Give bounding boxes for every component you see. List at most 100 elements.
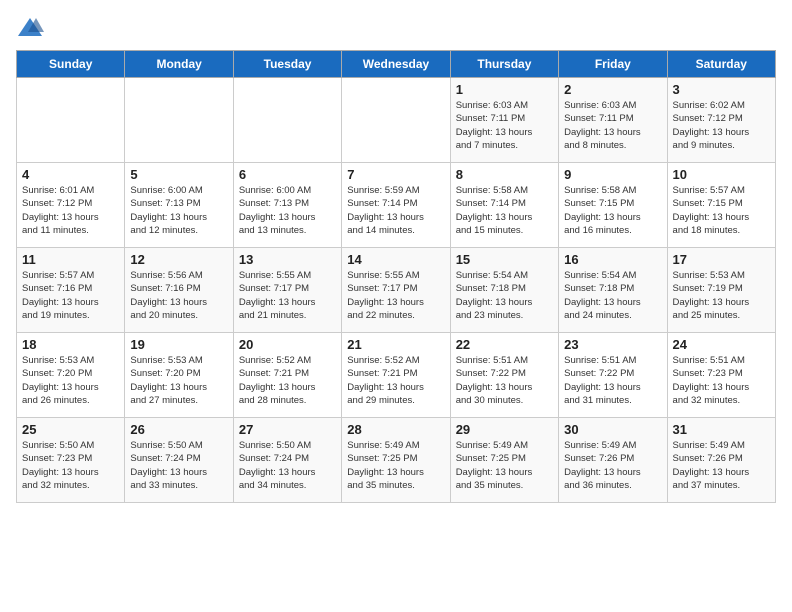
day-number: 10 (673, 167, 770, 182)
calendar-cell (233, 78, 341, 163)
calendar-cell: 16Sunrise: 5:54 AM Sunset: 7:18 PM Dayli… (559, 248, 667, 333)
day-number: 16 (564, 252, 661, 267)
day-number: 13 (239, 252, 336, 267)
day-number: 5 (130, 167, 227, 182)
column-header-tuesday: Tuesday (233, 51, 341, 78)
week-row-1: 1 Sunrise: 6:03 AM Sunset: 7:11 PM Daylig… (17, 78, 776, 163)
day-number: 8 (456, 167, 553, 182)
calendar-cell: 18 Sunrise: 5:53 AM Sunset: 7:20 PM Dayli… (17, 333, 125, 418)
day-info: Sunrise: 5:52 AM Sunset: 7:21 PM Dayligh… (347, 354, 444, 407)
calendar-cell: 11 Sunrise: 5:57 AM Sunset: 7:16 PM Dayli… (17, 248, 125, 333)
column-header-thursday: Thursday (450, 51, 558, 78)
calendar-cell: 8 Sunrise: 5:58 AM Sunset: 7:14 PM Daylig… (450, 163, 558, 248)
day-number: 19 (130, 337, 227, 352)
day-number: 31 (673, 422, 770, 437)
day-info: Sunrise: 5:49 AM Sunset: 7:25 PM Dayligh… (456, 439, 553, 492)
calendar-cell: 21 Sunrise: 5:52 AM Sunset: 7:21 PM Dayli… (342, 333, 450, 418)
day-info: Sunrise: 5:58 AM Sunset: 7:15 PM Dayligh… (564, 184, 661, 237)
calendar-cell (342, 78, 450, 163)
day-info: Sunrise: 5:53 AM Sunset: 7:19 PM Dayligh… (673, 269, 770, 322)
day-number: 14 (347, 252, 444, 267)
calendar-cell: 7 Sunrise: 5:59 AM Sunset: 7:14 PM Daylig… (342, 163, 450, 248)
day-number: 11 (22, 252, 119, 267)
calendar-cell: 30 Sunrise: 5:49 AM Sunset: 7:26 PM Dayli… (559, 418, 667, 503)
day-number: 20 (239, 337, 336, 352)
day-number: 21 (347, 337, 444, 352)
day-info: Sunrise: 5:51 AM Sunset: 7:23 PM Dayligh… (673, 354, 770, 407)
calendar-cell: 22 Sunrise: 5:51 AM Sunset: 7:22 PM Dayli… (450, 333, 558, 418)
column-header-monday: Monday (125, 51, 233, 78)
day-info: Sunrise: 5:58 AM Sunset: 7:14 PM Dayligh… (456, 184, 553, 237)
day-number: 12 (130, 252, 227, 267)
week-row-3: 11 Sunrise: 5:57 AM Sunset: 7:16 PM Dayli… (17, 248, 776, 333)
week-row-4: 18 Sunrise: 5:53 AM Sunset: 7:20 PM Dayli… (17, 333, 776, 418)
day-info: Sunrise: 5:59 AM Sunset: 7:14 PM Dayligh… (347, 184, 444, 237)
day-info: Sunrise: 5:53 AM Sunset: 7:20 PM Dayligh… (22, 354, 119, 407)
day-number: 22 (456, 337, 553, 352)
day-info: Sunrise: 5:49 AM Sunset: 7:26 PM Dayligh… (564, 439, 661, 492)
day-info: Sunrise: 5:57 AM Sunset: 7:16 PM Dayligh… (22, 269, 119, 322)
calendar-cell: 12 Sunrise: 5:56 AM Sunset: 7:16 PM Dayli… (125, 248, 233, 333)
calendar-cell: 29Sunrise: 5:49 AM Sunset: 7:25 PM Dayli… (450, 418, 558, 503)
day-number: 4 (22, 167, 119, 182)
calendar-cell: 20Sunrise: 5:52 AM Sunset: 7:21 PM Dayli… (233, 333, 341, 418)
calendar-cell (125, 78, 233, 163)
calendar-cell: 25 Sunrise: 5:50 AM Sunset: 7:23 PM Dayli… (17, 418, 125, 503)
calendar-cell: 13 Sunrise: 5:55 AM Sunset: 7:17 PM Dayli… (233, 248, 341, 333)
day-number: 23 (564, 337, 661, 352)
page-header (16, 16, 776, 38)
calendar-cell: 5Sunrise: 6:00 AM Sunset: 7:13 PM Daylig… (125, 163, 233, 248)
calendar-cell: 31 Sunrise: 5:49 AM Sunset: 7:26 PM Dayli… (667, 418, 775, 503)
calendar-cell: 24 Sunrise: 5:51 AM Sunset: 7:23 PM Dayli… (667, 333, 775, 418)
day-number: 24 (673, 337, 770, 352)
day-number: 15 (456, 252, 553, 267)
day-number: 1 (456, 82, 553, 97)
logo-icon (16, 16, 44, 38)
day-info: Sunrise: 5:54 AM Sunset: 7:18 PM Dayligh… (456, 269, 553, 322)
calendar-cell: 10Sunrise: 5:57 AM Sunset: 7:15 PM Dayli… (667, 163, 775, 248)
day-info: Sunrise: 5:50 AM Sunset: 7:24 PM Dayligh… (239, 439, 336, 492)
calendar-cell: 23 Sunrise: 5:51 AM Sunset: 7:22 PM Dayli… (559, 333, 667, 418)
day-info: Sunrise: 5:51 AM Sunset: 7:22 PM Dayligh… (564, 354, 661, 407)
day-info: Sunrise: 5:55 AM Sunset: 7:17 PM Dayligh… (239, 269, 336, 322)
day-info: Sunrise: 6:03 AM Sunset: 7:11 PM Dayligh… (456, 99, 553, 152)
column-header-wednesday: Wednesday (342, 51, 450, 78)
day-info: Sunrise: 6:01 AM Sunset: 7:12 PM Dayligh… (22, 184, 119, 237)
day-info: Sunrise: 5:49 AM Sunset: 7:26 PM Dayligh… (673, 439, 770, 492)
day-number: 6 (239, 167, 336, 182)
calendar-table: SundayMondayTuesdayWednesdayThursdayFrid… (16, 50, 776, 503)
calendar-cell: 28Sunrise: 5:49 AM Sunset: 7:25 PM Dayli… (342, 418, 450, 503)
logo (16, 16, 48, 38)
calendar-cell: 27 Sunrise: 5:50 AM Sunset: 7:24 PM Dayli… (233, 418, 341, 503)
day-number: 28 (347, 422, 444, 437)
day-number: 27 (239, 422, 336, 437)
day-info: Sunrise: 5:50 AM Sunset: 7:23 PM Dayligh… (22, 439, 119, 492)
calendar-cell (17, 78, 125, 163)
calendar-cell: 14 Sunrise: 5:55 AM Sunset: 7:17 PM Dayli… (342, 248, 450, 333)
day-info: Sunrise: 5:51 AM Sunset: 7:22 PM Dayligh… (456, 354, 553, 407)
day-number: 18 (22, 337, 119, 352)
calendar-cell: 2Sunrise: 6:03 AM Sunset: 7:11 PM Daylig… (559, 78, 667, 163)
calendar-cell: 26Sunrise: 5:50 AM Sunset: 7:24 PM Dayli… (125, 418, 233, 503)
day-number: 9 (564, 167, 661, 182)
calendar-cell: 4 Sunrise: 6:01 AM Sunset: 7:12 PM Daylig… (17, 163, 125, 248)
calendar-cell: 15 Sunrise: 5:54 AM Sunset: 7:18 PM Dayli… (450, 248, 558, 333)
day-info: Sunrise: 5:53 AM Sunset: 7:20 PM Dayligh… (130, 354, 227, 407)
day-info: Sunrise: 6:00 AM Sunset: 7:13 PM Dayligh… (239, 184, 336, 237)
calendar-cell: 9 Sunrise: 5:58 AM Sunset: 7:15 PM Daylig… (559, 163, 667, 248)
day-number: 3 (673, 82, 770, 97)
day-number: 25 (22, 422, 119, 437)
week-row-5: 25 Sunrise: 5:50 AM Sunset: 7:23 PM Dayli… (17, 418, 776, 503)
day-number: 7 (347, 167, 444, 182)
day-info: Sunrise: 5:56 AM Sunset: 7:16 PM Dayligh… (130, 269, 227, 322)
column-header-saturday: Saturday (667, 51, 775, 78)
calendar-cell: 17Sunrise: 5:53 AM Sunset: 7:19 PM Dayli… (667, 248, 775, 333)
day-info: Sunrise: 5:55 AM Sunset: 7:17 PM Dayligh… (347, 269, 444, 322)
week-row-2: 4 Sunrise: 6:01 AM Sunset: 7:12 PM Daylig… (17, 163, 776, 248)
calendar-cell: 3Sunrise: 6:02 AM Sunset: 7:12 PM Daylig… (667, 78, 775, 163)
day-number: 30 (564, 422, 661, 437)
column-header-friday: Friday (559, 51, 667, 78)
calendar-cell: 6 Sunrise: 6:00 AM Sunset: 7:13 PM Daylig… (233, 163, 341, 248)
calendar-cell: 19 Sunrise: 5:53 AM Sunset: 7:20 PM Dayli… (125, 333, 233, 418)
column-header-sunday: Sunday (17, 51, 125, 78)
